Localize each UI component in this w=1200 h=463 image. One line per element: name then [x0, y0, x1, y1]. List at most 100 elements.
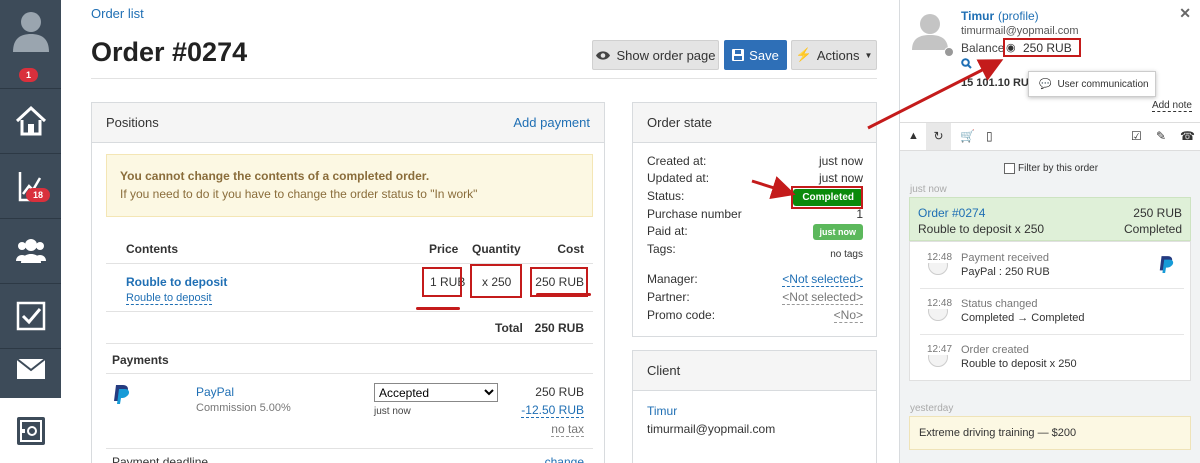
main-content: Order list Order #0274 Show order page S… [61, 0, 900, 463]
filter-checkbox[interactable] [1004, 163, 1015, 174]
sidebar-item-messages[interactable] [0, 349, 61, 389]
actions-dropdown[interactable]: ⚡ Actions ▼ [791, 40, 877, 70]
state-row-tags: Tags: no tags [647, 242, 863, 260]
payment-fee-link[interactable]: -12.50 RUB [521, 403, 584, 418]
event-title: Order created [961, 344, 1029, 356]
filter-checkbox-row[interactable]: Filter by this order [1004, 163, 1098, 174]
mail-icon [15, 358, 46, 379]
state-value: just now [818, 154, 863, 168]
eye-icon [596, 50, 611, 60]
user-icon [12, 12, 49, 52]
payments-title: Payments [112, 353, 169, 367]
total-value: 250 RUB [534, 321, 584, 335]
event-divider [920, 288, 1184, 289]
tab-edit-icon[interactable]: ✎ [1156, 129, 1166, 143]
order-state-panel: Order state Created at: just now Updated … [632, 102, 877, 337]
event-text: Rouble to deposit x 250 [961, 358, 1077, 370]
client-name-link[interactable]: Timur [647, 404, 677, 418]
user-name-link[interactable]: Timur [961, 9, 994, 23]
state-row-purchase: Purchase number 1 [647, 207, 863, 221]
section-just-now: just now [910, 184, 947, 195]
paypal-icon [1159, 256, 1174, 273]
payment-status-select[interactable]: Accepted [374, 383, 498, 402]
partner-select-link[interactable]: <Not selected> [782, 290, 863, 305]
annotation-underline [536, 293, 591, 296]
sidebar-item-profile[interactable] [0, 0, 61, 60]
sidebar: 1 18 [0, 0, 61, 463]
state-label: Status: [647, 189, 685, 203]
tab-cart-icon[interactable]: 🛒 [960, 129, 975, 143]
sidebar-item-orders[interactable] [0, 398, 61, 463]
profile-link[interactable]: (profile) [998, 9, 1039, 23]
deadline-label: Payment deadline [112, 455, 209, 463]
event-divider [920, 334, 1184, 335]
tab-tasks-icon[interactable]: ☑ [1131, 129, 1142, 143]
state-row-partner: Partner: <Not selected> [647, 290, 863, 305]
save-label: Save [749, 47, 779, 63]
tab-device-icon[interactable]: ▯ [986, 129, 993, 143]
panel-title: Positions [106, 115, 159, 130]
sidebar-item-tasks[interactable] [0, 284, 61, 348]
annotation-underline [416, 307, 460, 310]
state-value: 1 [856, 207, 863, 221]
state-row-updated: Updated at: just now [647, 171, 863, 185]
item-sub-link[interactable]: Rouble to deposit [126, 292, 212, 305]
order-history-card[interactable]: Order #0274 250 RUB Rouble to deposit x … [909, 197, 1191, 241]
show-order-page-label: Show order page [616, 47, 716, 63]
balance-annotation-box [1003, 38, 1081, 57]
online-status-indicator [944, 47, 954, 57]
sidebar-item-analytics[interactable] [0, 154, 61, 218]
state-row-manager: Manager: <Not selected> [647, 272, 863, 287]
sidebar-item-clients[interactable] [0, 219, 61, 283]
tab-phone-icon[interactable]: ☎ [1180, 129, 1195, 143]
event-list: 12:48 Payment received PayPal : 250 RUB … [909, 241, 1191, 381]
annotation-box [422, 267, 462, 297]
item-name-link[interactable]: Rouble to deposit [126, 275, 227, 289]
event-title: Status changed [961, 298, 1038, 310]
user-communication-tooltip: 💬 User communication [1028, 71, 1156, 97]
chat-icon: 💬 [1039, 78, 1052, 90]
breadcrumb[interactable]: Order list [91, 6, 144, 21]
state-label: Created at: [647, 154, 707, 168]
manager-select-link[interactable]: <Not selected> [782, 272, 863, 287]
promo-select-link[interactable]: <No> [833, 308, 863, 323]
event-text: PayPal : 250 RUB [961, 266, 1050, 278]
event-time: 12:48 [927, 298, 953, 309]
bolt-icon: ⚡ [795, 47, 812, 62]
payment-method-link[interactable]: PayPal [196, 385, 234, 399]
order-card-title[interactable]: Order #0274 [918, 206, 985, 220]
user-panel: Timur (profile) ✕ timurmail@yopmail.com … [899, 0, 1200, 463]
tab-history-icon[interactable]: ↻ [926, 123, 951, 150]
table-divider [106, 448, 593, 449]
panel-title: Order state [647, 115, 713, 130]
close-icon[interactable]: ✕ [1179, 5, 1191, 22]
search-icon[interactable] [961, 58, 972, 69]
tab-profile-icon[interactable]: ▲ [908, 130, 919, 142]
status-annotation-box [791, 186, 863, 209]
deadline-change-link[interactable]: change [545, 455, 584, 463]
payment-amount: 250 RUB [535, 385, 584, 399]
warning-alert: You cannot change the contents of a comp… [106, 154, 593, 217]
positions-panel: Positions Add payment You cannot change … [91, 102, 605, 463]
show-order-page-button[interactable]: Show order page [592, 40, 719, 70]
tooltip-text: User communication [1057, 78, 1149, 90]
user-email: timurmail@yopmail.com [961, 25, 1079, 37]
balance-label: Balance [961, 41, 1005, 55]
panel-title: Client [647, 363, 681, 378]
state-label: Promo code: [647, 308, 716, 322]
payment-tax[interactable]: no tax [551, 422, 584, 437]
event-time: 12:48 [927, 252, 953, 263]
paypal-icon [114, 385, 130, 404]
table-divider [106, 373, 593, 374]
sidebar-item-home[interactable] [0, 89, 61, 153]
save-button[interactable]: Save [724, 40, 787, 70]
yesterday-event[interactable]: Extreme driving training — $200 [909, 416, 1191, 450]
state-value: just now [818, 171, 863, 185]
add-note-link[interactable]: Add note [1151, 100, 1192, 112]
add-payment-link[interactable]: Add payment [513, 115, 590, 130]
event-text: Completed → Completed [961, 312, 1085, 324]
alert-text: If you need to do it you have to change … [120, 187, 478, 201]
client-email: timurmail@yopmail.com [647, 422, 776, 436]
checkbox-icon [16, 301, 45, 331]
notification-badge: 1 [19, 68, 39, 82]
